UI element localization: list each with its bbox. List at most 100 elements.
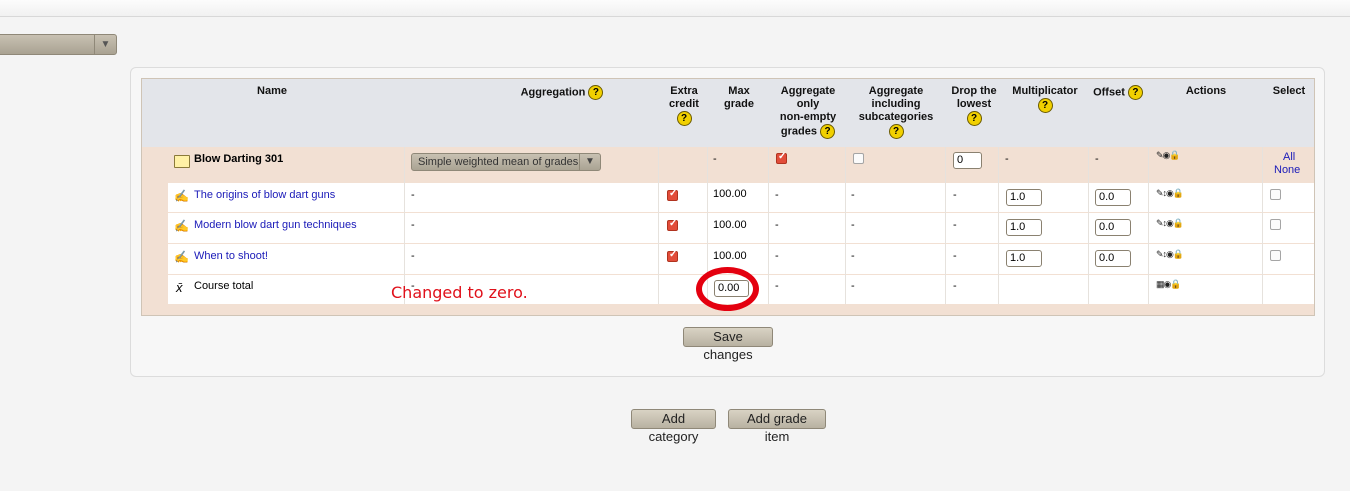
- header-line: Select: [1272, 85, 1306, 97]
- lock-icon[interactable]: 🔒: [1173, 218, 1184, 228]
- grade-item-drop-lowest: -: [953, 189, 957, 201]
- divider: [845, 147, 846, 304]
- chevron-down-icon: ▼: [94, 35, 116, 54]
- multiplicator-input[interactable]: 1.0: [1006, 219, 1042, 236]
- header-line: subcategories: [858, 111, 934, 123]
- grade-item-aggregation: -: [411, 250, 415, 262]
- help-icon[interactable]: ?: [966, 111, 982, 126]
- header-line: Actions: [1185, 85, 1227, 97]
- eye-icon[interactable]: ◉: [1166, 188, 1174, 198]
- select-checkbox[interactable]: [1270, 250, 1281, 261]
- divider: [768, 147, 769, 304]
- header-line: lowest: [956, 98, 992, 110]
- extra-credit-checkbox[interactable]: [667, 218, 678, 231]
- help-icon[interactable]: ?: [1127, 85, 1143, 100]
- grade-item-max-grade: 100.00: [713, 250, 747, 262]
- header-line: Extra: [670, 85, 698, 97]
- eye-icon[interactable]: ◉: [1166, 249, 1174, 259]
- grade-item-aggregate-including: -: [851, 250, 855, 262]
- divider: [658, 147, 659, 304]
- select-none-link[interactable]: None: [1274, 164, 1300, 176]
- grade-item-aggregate-including: -: [851, 219, 855, 231]
- header-name-label: Name: [257, 85, 287, 97]
- header-multiplicator: Multiplicator?: [1002, 85, 1088, 113]
- divider: [1148, 147, 1149, 304]
- header-line: grade: [724, 98, 754, 110]
- select-checkbox[interactable]: [1270, 189, 1281, 200]
- eye-icon[interactable]: ◉: [1166, 218, 1174, 228]
- lock-icon[interactable]: 🔒: [1173, 249, 1184, 259]
- header-aggregate-only: Aggregate only non-empty grades ?: [770, 85, 846, 139]
- save-changes-button[interactable]: Save changes: [683, 327, 773, 362]
- grade-item-name[interactable]: The origins of blow dart guns: [194, 189, 335, 201]
- add-grade-item-button[interactable]: Add grade item: [728, 409, 826, 444]
- header-actions: Actions: [1166, 85, 1246, 98]
- grade-item-aggregate-including: -: [851, 189, 855, 201]
- header-drop-lowest: Drop the lowest?: [948, 85, 1000, 126]
- top-bar: [0, 0, 1350, 17]
- lock-icon[interactable]: 🔒: [1170, 279, 1181, 289]
- grade-item-name[interactable]: When to shoot!: [194, 250, 268, 262]
- header-line: credit: [669, 98, 699, 110]
- grade-item-name[interactable]: Modern blow dart gun techniques: [194, 219, 357, 231]
- category-offset: -: [1095, 153, 1099, 165]
- header-line: Offset: [1093, 86, 1125, 99]
- grade-item-actions: ✎↕◉🔒: [1156, 218, 1184, 229]
- drop-lowest-input[interactable]: 0: [953, 152, 982, 169]
- header-name: Name: [222, 85, 322, 98]
- help-icon[interactable]: ?: [676, 111, 692, 126]
- grade-item-actions: ✎↕◉🔒: [1156, 249, 1184, 260]
- course-total-actions: ▦◉🔒: [1156, 279, 1182, 290]
- lock-icon[interactable]: 🔒: [1173, 188, 1184, 198]
- category-name[interactable]: Blow Darting 301: [194, 153, 283, 165]
- aggregate-including-checkbox[interactable]: [853, 153, 864, 164]
- header-line: grades: [780, 125, 817, 138]
- grade-item-aggregation: -: [411, 189, 415, 201]
- help-icon[interactable]: ?: [820, 124, 836, 139]
- select-all-link[interactable]: All: [1283, 151, 1295, 163]
- divider: [1088, 147, 1089, 304]
- lock-icon[interactable]: 🔒: [1169, 150, 1180, 160]
- header-max-grade: Max grade: [712, 85, 766, 111]
- grade-item-aggregate-only: -: [775, 219, 779, 231]
- annotation-text: Changed to zero.: [391, 283, 528, 302]
- divider: [404, 147, 405, 304]
- grade-item-icon: ✍: [174, 219, 189, 233]
- header-line: Aggregate: [780, 85, 836, 97]
- help-icon[interactable]: ?: [888, 124, 904, 139]
- grade-item-actions: ✎↕◉🔒: [1156, 188, 1184, 199]
- grade-item-max-grade: 100.00: [713, 188, 747, 200]
- offset-input[interactable]: 0.0: [1095, 219, 1131, 236]
- grade-item-icon: ✍: [174, 189, 189, 203]
- divider: [1262, 147, 1263, 304]
- extra-credit-checkbox[interactable]: [667, 249, 678, 262]
- grade-item-drop-lowest: -: [953, 219, 957, 231]
- calculator-icon[interactable]: ▦: [1156, 279, 1164, 289]
- grade-item-max-grade: 100.00: [713, 219, 747, 231]
- course-total-aggregate-only: -: [775, 280, 779, 292]
- navigation-select[interactable]: ▼: [0, 34, 117, 55]
- help-icon[interactable]: ?: [588, 85, 604, 100]
- header-line: Multiplicator: [1012, 85, 1078, 97]
- multiplicator-input[interactable]: 1.0: [1006, 189, 1042, 206]
- multiplicator-input[interactable]: 1.0: [1006, 250, 1042, 267]
- course-total-name: Course total: [194, 280, 254, 292]
- extra-credit-checkbox[interactable]: [667, 188, 678, 201]
- divider: [945, 147, 946, 304]
- select-checkbox[interactable]: [1270, 219, 1281, 230]
- offset-input[interactable]: 0.0: [1095, 189, 1131, 206]
- category-actions: ✎◉🔒: [1156, 150, 1181, 161]
- offset-input[interactable]: 0.0: [1095, 250, 1131, 267]
- folder-icon: [174, 155, 190, 168]
- add-category-button[interactable]: Add category: [631, 409, 716, 444]
- annotation-circle: [696, 267, 759, 311]
- aggregate-only-checkbox[interactable]: [776, 151, 787, 164]
- course-total-drop-lowest: -: [953, 280, 957, 292]
- help-icon[interactable]: ?: [1037, 98, 1053, 113]
- course-total-aggregate-including: -: [851, 280, 855, 292]
- grade-item-aggregation: -: [411, 219, 415, 231]
- header-line: Drop the: [951, 85, 997, 97]
- header-line: including: [871, 98, 921, 110]
- grade-item-icon: ✍: [174, 250, 189, 264]
- aggregation-select[interactable]: Simple weighted mean of grades ▼: [411, 153, 601, 171]
